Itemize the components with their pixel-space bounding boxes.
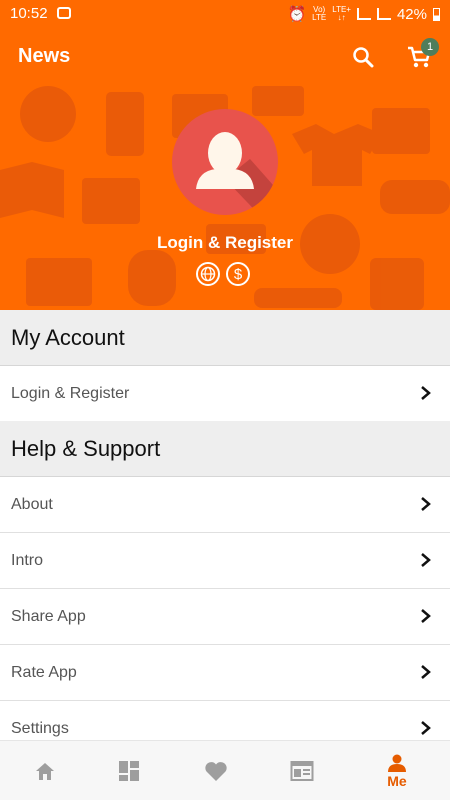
chevron-right-icon	[421, 665, 431, 679]
bottom-nav: Me	[0, 740, 450, 800]
search-icon[interactable]	[348, 42, 378, 72]
menu-item-label: Settings	[11, 720, 69, 737]
app-bar: News 1	[0, 28, 450, 86]
favorites-icon	[205, 762, 227, 781]
chevron-right-icon	[421, 553, 431, 567]
status-bar: 10:52 ⏰ Vo) LTE LTE+ ↓↑ 42%	[0, 0, 450, 28]
avatar[interactable]	[172, 109, 278, 215]
profile-header: Login & Register $	[0, 86, 450, 310]
profile-login-link[interactable]: Login & Register	[0, 233, 450, 253]
menu-rate-app[interactable]: Rate App	[0, 645, 450, 701]
nav-news[interactable]	[257, 741, 347, 800]
section-help-support: Help & Support	[0, 421, 450, 477]
menu-item-label: Intro	[11, 552, 44, 569]
categories-icon	[119, 761, 139, 781]
battery-percent: 42%	[396, 5, 427, 23]
profile-icons: $	[196, 262, 250, 286]
chevron-right-icon	[421, 497, 431, 511]
section-my-account: My Account	[0, 310, 450, 366]
me-icon	[388, 754, 406, 772]
home-icon	[36, 763, 54, 780]
cart-badge: 1	[421, 38, 439, 56]
nav-home[interactable]	[0, 741, 90, 800]
menu-login-register[interactable]: Login & Register	[0, 366, 450, 422]
chevron-right-icon	[421, 721, 431, 735]
wifi-icon	[57, 7, 71, 19]
menu-intro[interactable]: Intro	[0, 533, 450, 589]
section-title: Help & Support	[11, 436, 161, 461]
menu-item-label: Rate App	[11, 664, 77, 681]
cart-icon[interactable]: 1	[402, 38, 439, 72]
volte-indicator: Vo) LTE	[312, 5, 327, 22]
menu-about[interactable]: About	[0, 477, 450, 533]
menu-item-label: Share App	[11, 608, 86, 625]
nav-me-label: Me	[387, 772, 407, 789]
status-right: ⏰ Vo) LTE LTE+ ↓↑ 42%	[287, 5, 440, 23]
nav-categories[interactable]	[84, 741, 174, 800]
signal-icon-2	[376, 8, 391, 20]
alarm-icon: ⏰	[287, 6, 307, 23]
chevron-right-icon	[421, 386, 431, 400]
menu-item-label: Login & Register	[11, 385, 130, 402]
app-title: News	[18, 45, 71, 67]
news-icon	[290, 761, 314, 781]
menu-share-app[interactable]: Share App	[0, 589, 450, 645]
battery-icon	[433, 7, 440, 21]
status-time: 10:52	[10, 5, 48, 22]
signal-icon	[356, 8, 371, 20]
globe-icon[interactable]	[196, 262, 220, 286]
menu-item-label: About	[11, 496, 53, 513]
lte-indicator: LTE+ ↓↑	[332, 5, 351, 22]
section-title: My Account	[11, 325, 125, 350]
chevron-right-icon	[421, 609, 431, 623]
nav-me[interactable]: Me	[352, 741, 442, 800]
dollar-icon[interactable]: $	[226, 262, 250, 286]
nav-favorites[interactable]	[171, 741, 261, 800]
